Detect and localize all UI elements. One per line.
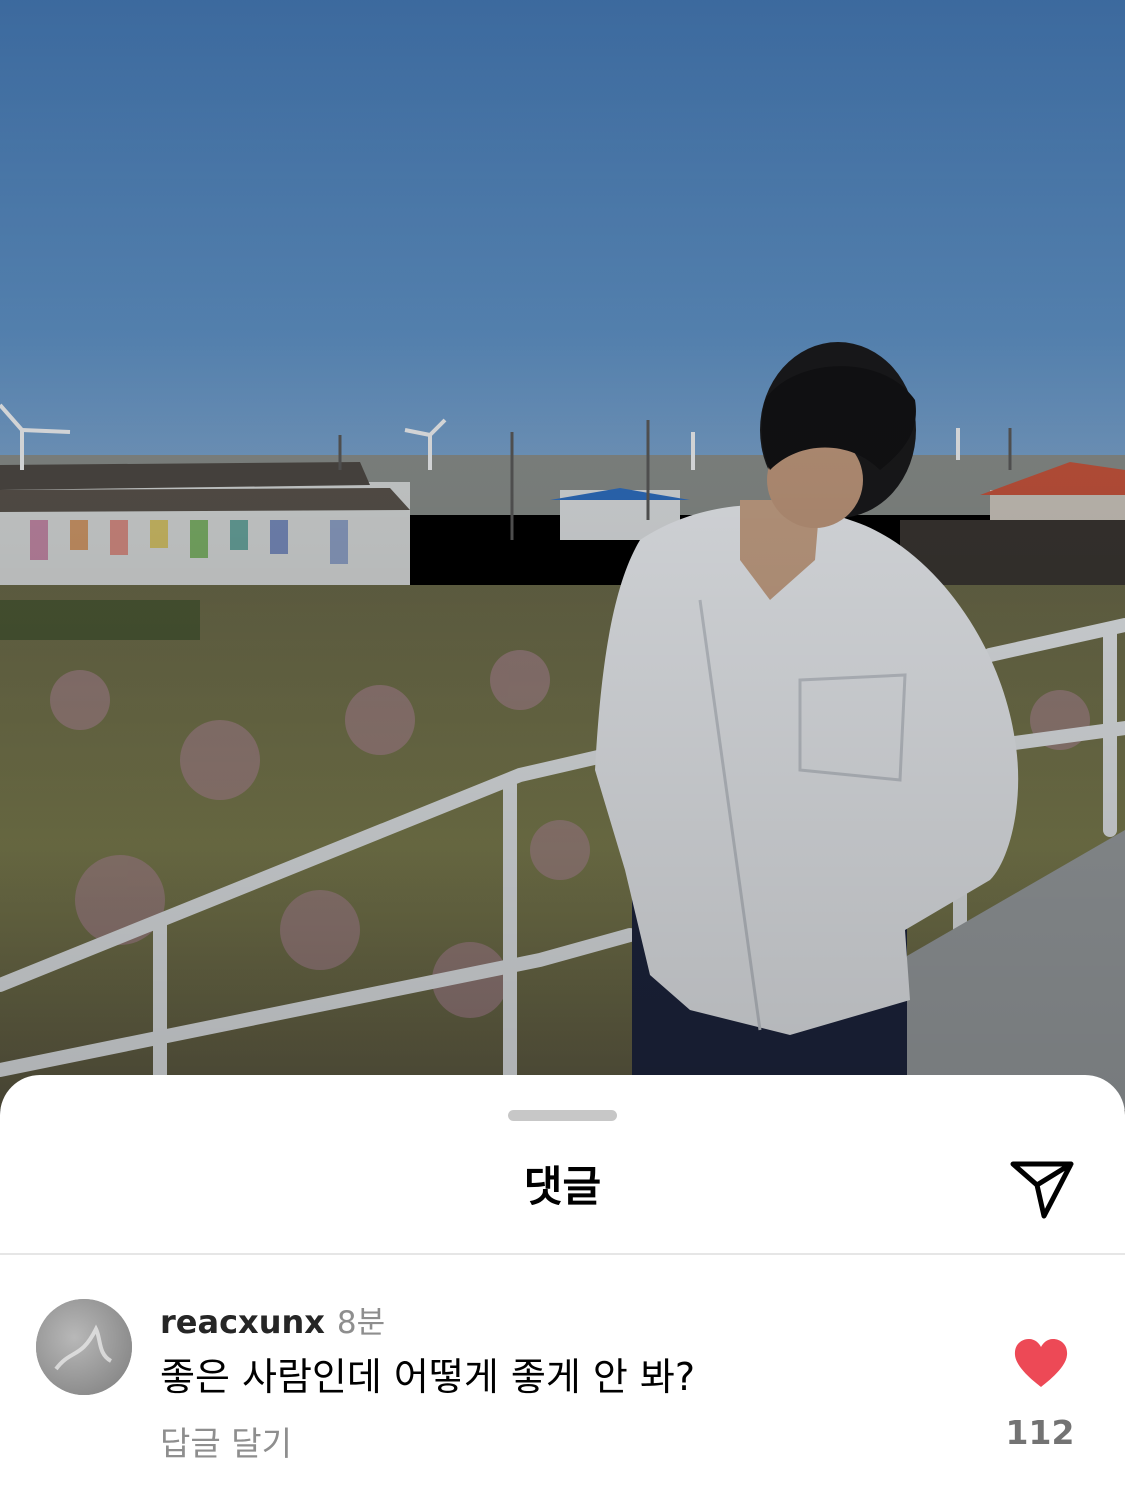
instagram-comments-screen: 댓글 reacxunx 8분 좋은 사람인데 어떻게 좋게 안 봐? 답글 달기… bbox=[0, 0, 1125, 1495]
comments-sheet: 댓글 reacxunx 8분 좋은 사람인데 어떻게 좋게 안 봐? 답글 달기… bbox=[0, 1075, 1125, 1495]
paper-plane-icon bbox=[1010, 1161, 1074, 1219]
comment-meta: reacxunx 8분 bbox=[160, 1297, 385, 1341]
header-divider bbox=[0, 1253, 1125, 1255]
like-count: 112 bbox=[1005, 1413, 1075, 1452]
post-photo bbox=[0, 0, 1125, 1110]
comment-timestamp: 8분 bbox=[336, 1305, 386, 1341]
avatar[interactable] bbox=[36, 1299, 132, 1395]
like-button[interactable] bbox=[1012, 1337, 1070, 1389]
sheet-title: 댓글 bbox=[523, 1162, 602, 1211]
avatar-image bbox=[36, 1299, 132, 1395]
sheet-grabber[interactable] bbox=[508, 1110, 617, 1121]
share-button[interactable] bbox=[1002, 1155, 1082, 1225]
reply-button[interactable]: 답글 달기 bbox=[160, 1421, 292, 1467]
comment-text: 좋은 사람인데 어떻게 좋게 안 봐? bbox=[160, 1355, 696, 1399]
comment-username[interactable]: reacxunx bbox=[160, 1303, 325, 1341]
heart-icon bbox=[1014, 1339, 1068, 1387]
